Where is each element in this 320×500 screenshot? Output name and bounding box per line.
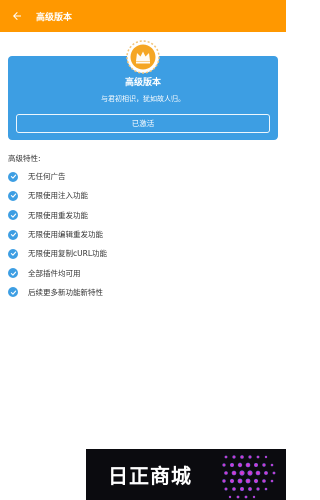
watermark-logo: 日正商城 (86, 449, 286, 500)
feature-label: 无限使用复制cURL功能 (28, 249, 108, 259)
back-button[interactable] (0, 0, 34, 32)
feature-item: 全部插件均可用 (8, 263, 278, 282)
card-subtitle: 与君初相识，犹如故人归。 (101, 95, 185, 103)
activated-button[interactable]: 已激活 (16, 114, 270, 133)
feature-label: 全部插件均可用 (28, 268, 81, 278)
check-circle-icon (8, 268, 18, 279)
feature-label: 后续更多新功能新特性 (28, 287, 103, 297)
card-title: 高级版本 (124, 78, 161, 88)
check-circle-icon (8, 229, 18, 240)
feature-label: 无任何广告 (28, 172, 66, 182)
feature-item: 无任何广告 (8, 167, 278, 186)
check-circle-icon (8, 248, 18, 259)
app-bar: 高级版本 (0, 0, 286, 32)
check-circle-icon (8, 287, 18, 298)
page-title: 高级版本 (36, 12, 73, 23)
feature-label: 无限使用重发功能 (28, 210, 88, 220)
feature-item: 无限使用复制cURL功能 (8, 244, 278, 263)
feature-item: 无限使用重发功能 (8, 206, 278, 225)
premium-crown-icon (126, 40, 160, 74)
watermark-text: 日正商城 (108, 464, 192, 488)
check-circle-icon (8, 210, 18, 221)
feature-label: 无限使用注入功能 (28, 191, 88, 201)
check-circle-icon (8, 171, 18, 182)
feature-item: 无限使用编辑重发功能 (8, 225, 278, 244)
arrow-left-icon (13, 12, 21, 20)
feature-list: 无任何广告 无限使用注入功能 无限使用重发功能 无限使用编辑重发功能 无限使用复… (8, 167, 278, 302)
feature-item: 无限使用注入功能 (8, 186, 278, 205)
check-circle-icon (8, 190, 18, 201)
feature-label: 无限使用编辑重发功能 (28, 230, 103, 240)
features-heading: 高级特性: (8, 154, 41, 163)
dot-pattern-decoration (222, 455, 276, 499)
feature-item: 后续更多新功能新特性 (8, 283, 278, 302)
